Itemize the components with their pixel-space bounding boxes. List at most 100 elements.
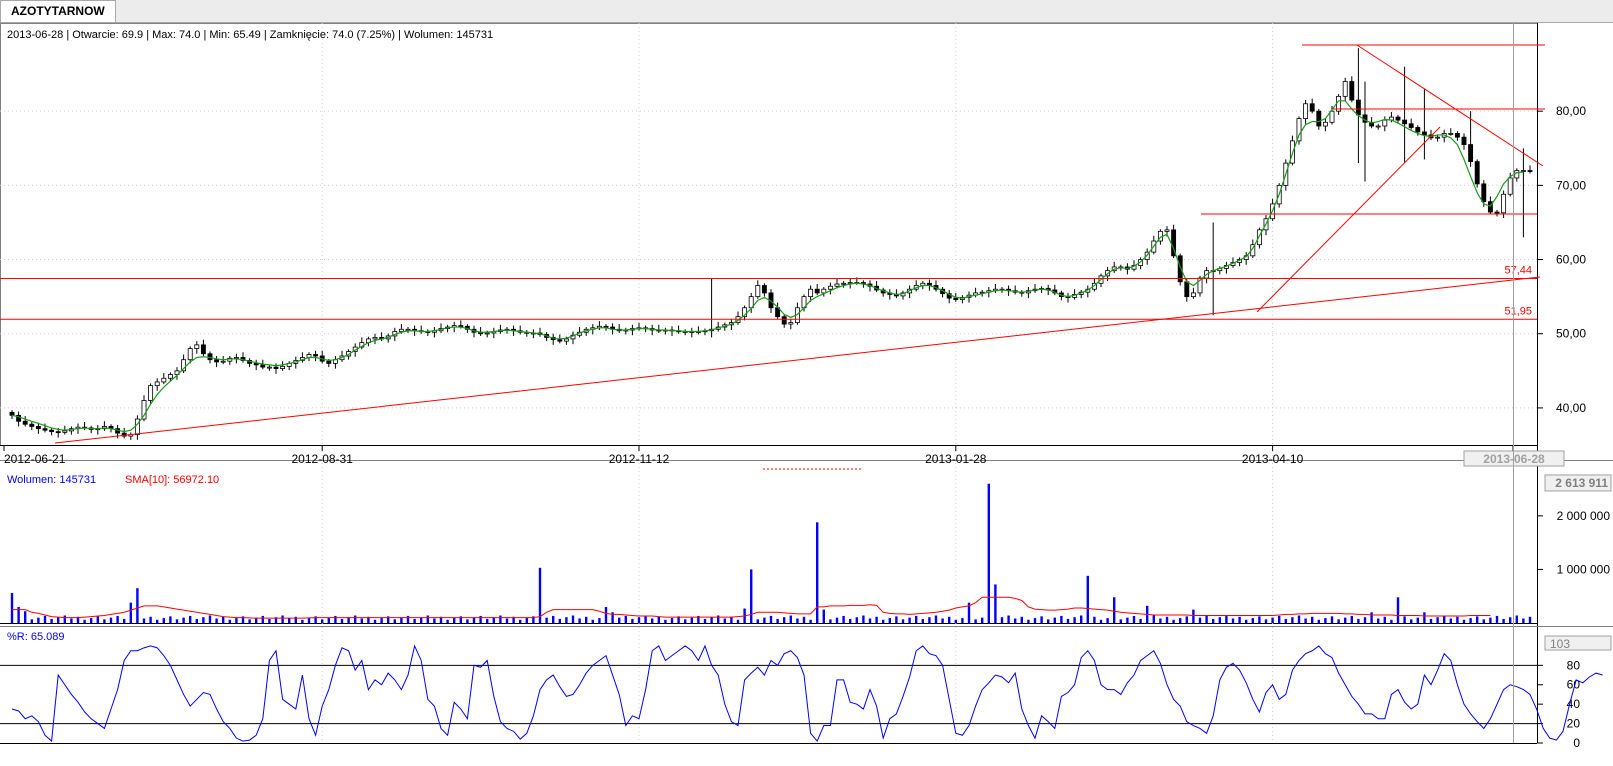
- volume-bar: [1066, 618, 1070, 623]
- volume-bar: [1251, 618, 1254, 623]
- volume-bar: [281, 615, 284, 623]
- volume-bar: [736, 619, 740, 623]
- gridlines: [0, 23, 1537, 743]
- candle-body: [405, 328, 411, 331]
- volume-bar: [433, 618, 436, 623]
- volume-cursor-label: 2 613 911: [1555, 476, 1608, 490]
- volume-bar: [868, 618, 872, 623]
- volume-bar: [1014, 618, 1017, 623]
- candle-body: [200, 344, 206, 355]
- volume-bar: [809, 619, 812, 623]
- candle-body: [266, 366, 272, 369]
- volume-bar: [354, 615, 357, 623]
- candle-body: [827, 285, 833, 290]
- volume-sma-info-text: SMA[10]: 56972.10: [125, 474, 219, 486]
- volume-bar: [327, 617, 330, 623]
- candle-body: [273, 366, 279, 369]
- volume-bar: [1093, 616, 1096, 623]
- volume-bar: [1469, 618, 1472, 623]
- volume-bar: [578, 618, 581, 623]
- long-trendline: [54, 276, 1541, 444]
- volume-bar: [1040, 616, 1043, 623]
- volume-bar: [1192, 609, 1195, 623]
- candle-body: [1474, 161, 1480, 185]
- candle-body: [398, 328, 404, 332]
- volume-bar: [156, 619, 159, 623]
- volume-bar: [43, 615, 47, 623]
- candle-body: [187, 348, 193, 361]
- candle-body: [55, 431, 61, 434]
- volume-bar: [1476, 616, 1479, 623]
- volume-bar: [1027, 619, 1030, 623]
- volume-bar: [169, 616, 172, 623]
- volume-bar: [948, 616, 951, 623]
- y-tick-label: 60,00: [1556, 253, 1586, 267]
- volume-bar: [783, 617, 786, 623]
- volume-bar: [1225, 615, 1228, 623]
- volume-bar: [1060, 615, 1063, 623]
- volume-bar: [994, 584, 997, 623]
- volume-bar: [1429, 618, 1433, 623]
- volume-bar: [908, 617, 911, 623]
- x-tick-label: 2012-11-12: [609, 452, 670, 466]
- volume-bar: [1258, 616, 1261, 623]
- volume-bar: [202, 617, 205, 623]
- volume-bar: [1423, 612, 1426, 623]
- volume-bar: [644, 615, 647, 623]
- wr-y-tick-label: 80: [1567, 658, 1581, 672]
- volume-bar: [1165, 616, 1169, 623]
- x-axis-labels: 2012-06-21 2012-08-31 2012-11-12 2013-01-28…: [3, 445, 1565, 467]
- volume-bar: [446, 619, 449, 623]
- candle-body: [1415, 127, 1421, 133]
- candle-body: [1501, 193, 1507, 214]
- volume-bar: [307, 618, 311, 623]
- volume-bar: [1403, 616, 1406, 623]
- volume-bar: [466, 619, 469, 623]
- trend-annotations: [54, 44, 1545, 444]
- candle-body: [49, 429, 55, 433]
- volume-bar: [855, 617, 858, 623]
- volume-bar: [182, 617, 185, 623]
- volume-bar: [657, 616, 660, 623]
- wr-line: [11, 644, 1603, 743]
- volume-bar: [1509, 617, 1512, 623]
- candle-body: [563, 338, 569, 342]
- volume-bar: [1443, 615, 1446, 623]
- volume-bar: [769, 615, 773, 623]
- volume-bar: [1304, 618, 1307, 623]
- candle-body: [194, 344, 200, 349]
- candle-body: [761, 285, 767, 294]
- volume-bar: [1185, 616, 1188, 623]
- tab-azotytarnow[interactable]: AZOTYTARNOW: [0, 0, 116, 22]
- volume-bar: [334, 615, 337, 623]
- volume-bar: [1522, 618, 1525, 623]
- x-tick-label: 2013-04-10: [1242, 452, 1304, 466]
- volume-bar: [1099, 619, 1103, 623]
- volume-bar: [670, 618, 674, 623]
- volume-bar: [70, 618, 73, 623]
- candle-body: [1408, 123, 1414, 128]
- volume-bar: [1344, 617, 1347, 623]
- volume-bar: [1106, 618, 1109, 623]
- volume-bar: [400, 617, 403, 623]
- volume-bar: [618, 617, 621, 623]
- volume-bar: [136, 588, 139, 623]
- candle-body: [1468, 144, 1474, 163]
- y-tick-label: 40,00: [1556, 401, 1586, 415]
- volume-bar: [558, 618, 561, 623]
- volume-bar: [631, 618, 634, 623]
- volume-bar: [1073, 617, 1076, 623]
- volume-bar: [1324, 618, 1327, 623]
- volume-bar: [1449, 618, 1452, 623]
- price-y-ticks: 40,00 50,00 60,00 70,00 80,00: [1537, 104, 1586, 415]
- app-window: AZOTYTARNOW 2012-06-21 2012-08-31 2012-11-…: [0, 0, 1613, 766]
- candle-body: [557, 339, 563, 342]
- chart-area[interactable]: 2012-06-21 2012-08-31 2012-11-12 2013-01-28…: [0, 23, 1613, 766]
- volume-bar: [57, 617, 60, 623]
- volume-bar: [571, 615, 575, 623]
- candle-body: [781, 316, 787, 325]
- candle-body: [1164, 229, 1170, 232]
- volume-bar: [1080, 615, 1083, 623]
- volume-bar: [1264, 619, 1268, 623]
- volume-bar: [1119, 619, 1122, 623]
